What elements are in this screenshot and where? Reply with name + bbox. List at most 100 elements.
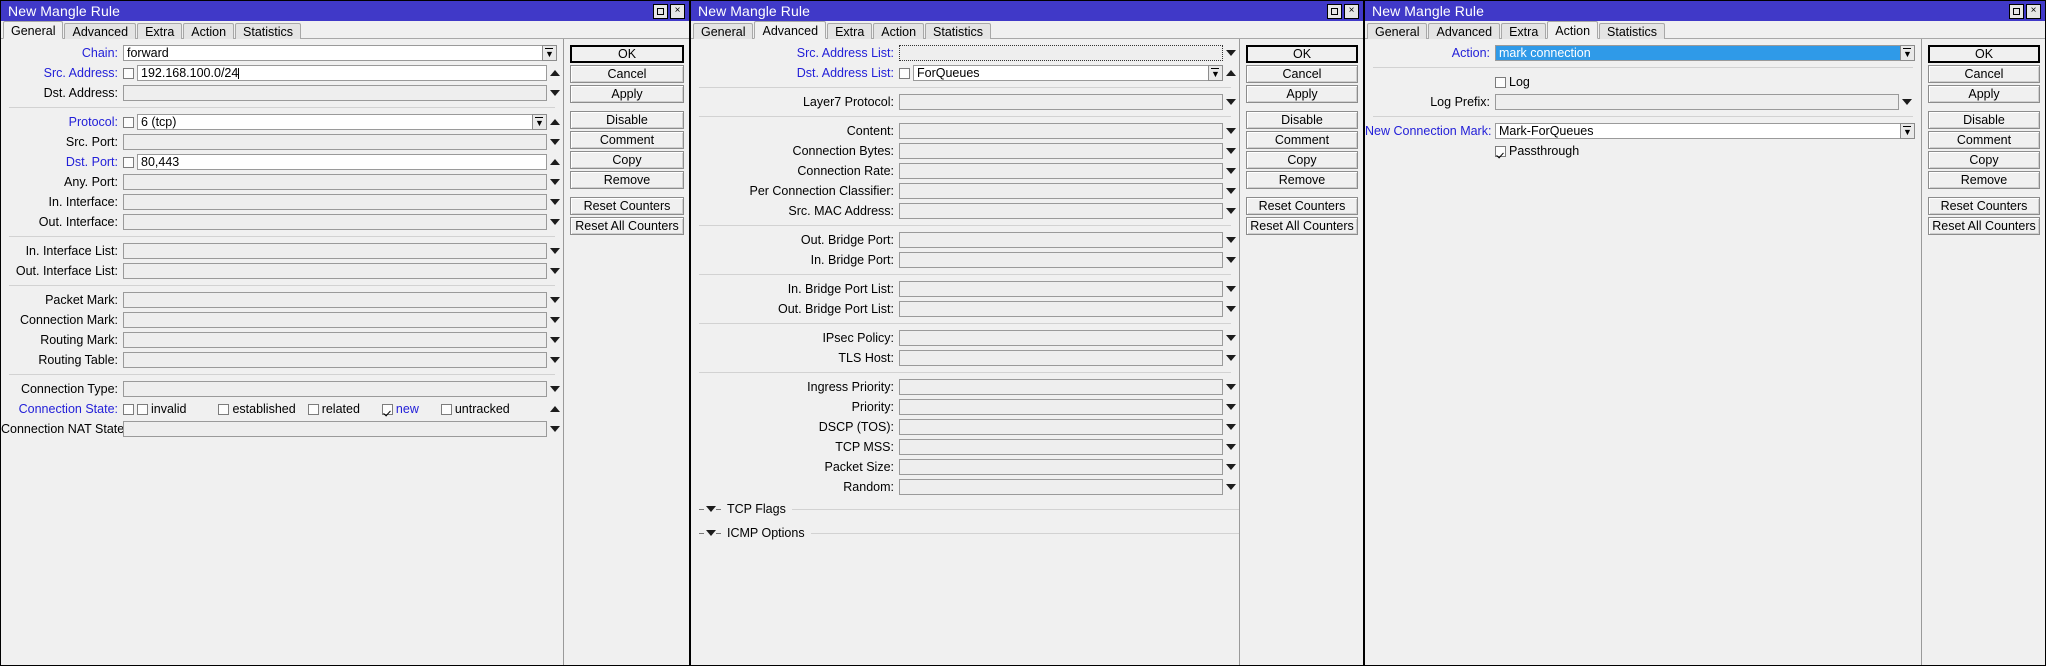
tab-extra[interactable]: Extra <box>1501 23 1547 39</box>
tab-general[interactable]: General <box>693 23 754 39</box>
ingress-priority-dropdown-icon[interactable] <box>1223 384 1239 390</box>
copy-button[interactable]: Copy <box>1928 151 2040 169</box>
comment-button[interactable]: Comment <box>1928 131 2040 149</box>
titlebar-window1[interactable]: New Mangle Rule × <box>1 1 689 21</box>
cancel-button[interactable]: Cancel <box>1246 65 1358 83</box>
routing-mark-dropdown-icon[interactable] <box>547 337 563 343</box>
input-connection-mark[interactable] <box>123 312 547 328</box>
tab-general[interactable]: General <box>1367 23 1428 39</box>
dscp-tos-dropdown-icon[interactable] <box>1223 424 1239 430</box>
ipsec-policy-dropdown-icon[interactable] <box>1223 335 1239 341</box>
checkbox-log[interactable] <box>1495 76 1506 88</box>
checkbox-dst-address-list-negate[interactable] <box>899 67 910 79</box>
tls-host-dropdown-icon[interactable] <box>1223 355 1239 361</box>
dst-address-dropdown-icon[interactable] <box>547 90 563 96</box>
titlebar-window2[interactable]: New Mangle Rule × <box>691 1 1363 21</box>
input-in-interface-list[interactable] <box>123 243 547 259</box>
tabstrip-window1[interactable]: General Advanced Extra Action Statistics <box>1 21 689 39</box>
input-tcp-mss[interactable] <box>899 439 1223 455</box>
connection-mark-dropdown-icon[interactable] <box>547 317 563 323</box>
input-src-address-list[interactable] <box>899 45 1223 61</box>
out-interface-list-dropdown-icon[interactable] <box>547 268 563 274</box>
disable-button[interactable]: Disable <box>1246 111 1358 129</box>
apply-button[interactable]: Apply <box>1246 85 1358 103</box>
tab-action[interactable]: Action <box>1547 21 1599 39</box>
section-icmp-options[interactable]: ICMP Options <box>691 525 1239 541</box>
per-connection-classifier-dropdown-icon[interactable] <box>1223 188 1239 194</box>
apply-button[interactable]: Apply <box>570 85 684 103</box>
in-bridge-port-list-dropdown-icon[interactable] <box>1223 286 1239 292</box>
protocol-up-arrow-icon[interactable] <box>547 119 563 125</box>
input-priority[interactable] <box>899 399 1223 415</box>
tab-statistics[interactable]: Statistics <box>1599 23 1666 39</box>
comment-button[interactable]: Comment <box>570 131 684 149</box>
connection-state-up-arrow-icon[interactable] <box>547 406 563 412</box>
reset-all-counters-button[interactable]: Reset All Counters <box>570 217 684 235</box>
tab-action[interactable]: Action <box>183 23 235 39</box>
checkbox-dst-port-negate[interactable] <box>123 156 134 168</box>
connection-bytes-dropdown-icon[interactable] <box>1223 148 1239 154</box>
routing-table-dropdown-icon[interactable] <box>547 357 563 363</box>
input-in-interface[interactable] <box>123 194 547 210</box>
reset-counters-button[interactable]: Reset Counters <box>1246 197 1358 215</box>
tcp-mss-dropdown-icon[interactable] <box>1223 444 1239 450</box>
checkbox-related[interactable] <box>307 403 319 415</box>
chevron-down-icon[interactable] <box>706 530 716 536</box>
input-out-interface-list[interactable] <box>123 263 547 279</box>
input-connection-rate[interactable] <box>899 163 1223 179</box>
checkbox-established[interactable] <box>218 403 230 415</box>
input-new-connection-mark[interactable]: Mark-ForQueues <box>1495 123 1901 139</box>
close-icon[interactable]: × <box>670 3 685 19</box>
close-icon[interactable]: × <box>2026 3 2041 19</box>
src-mac-address-dropdown-icon[interactable] <box>1223 208 1239 214</box>
input-src-address[interactable]: 192.168.100.0/24 <box>137 65 547 81</box>
cancel-button[interactable]: Cancel <box>570 65 684 83</box>
chevron-down-icon[interactable] <box>706 506 716 512</box>
maximize-icon[interactable] <box>2009 3 2024 19</box>
checkbox-protocol-negate[interactable] <box>123 116 134 128</box>
packet-mark-dropdown-icon[interactable] <box>547 297 563 303</box>
input-in-bridge-port[interactable] <box>899 252 1223 268</box>
remove-button[interactable]: Remove <box>1246 171 1358 189</box>
checkbox-connection-state-negate[interactable] <box>123 403 134 415</box>
dst-address-list-dropdown-icon[interactable]: ▼ <box>1208 65 1223 81</box>
window-new-mangle-rule-general[interactable]: New Mangle Rule × General Advanced Extra… <box>0 0 690 666</box>
input-out-interface[interactable] <box>123 214 547 230</box>
out-interface-dropdown-icon[interactable] <box>547 219 563 225</box>
input-out-bridge-port[interactable] <box>899 232 1223 248</box>
reset-counters-button[interactable]: Reset Counters <box>1928 197 2040 215</box>
log-prefix-dropdown-icon[interactable] <box>1899 99 1915 105</box>
tab-extra[interactable]: Extra <box>827 23 873 39</box>
cancel-button[interactable]: Cancel <box>1928 65 2040 83</box>
tab-advanced[interactable]: Advanced <box>1428 23 1501 39</box>
window-new-mangle-rule-action[interactable]: New Mangle Rule × General Advanced Extra… <box>1364 0 2046 666</box>
tab-advanced[interactable]: Advanced <box>754 21 827 39</box>
action-dropdown-icon[interactable]: ▼ <box>1900 45 1915 61</box>
tab-action[interactable]: Action <box>873 23 925 39</box>
input-any-port[interactable] <box>123 174 547 190</box>
content-dropdown-icon[interactable] <box>1223 128 1239 134</box>
src-address-list-dropdown-icon[interactable] <box>1223 50 1239 56</box>
in-interface-dropdown-icon[interactable] <box>547 199 563 205</box>
input-ipsec-policy[interactable] <box>899 330 1223 346</box>
option-new[interactable]: new <box>381 402 419 416</box>
tabstrip-window2[interactable]: General Advanced Extra Action Statistics <box>691 21 1363 39</box>
input-ingress-priority[interactable] <box>899 379 1223 395</box>
dst-port-up-arrow-icon[interactable] <box>547 159 563 165</box>
titlebar-window3[interactable]: New Mangle Rule × <box>1365 1 2045 21</box>
input-log-prefix[interactable] <box>1495 94 1899 110</box>
input-chain[interactable]: forward <box>123 45 543 61</box>
checkbox-untracked[interactable] <box>440 403 452 415</box>
input-src-port[interactable] <box>123 134 547 150</box>
any-port-dropdown-icon[interactable] <box>547 179 563 185</box>
layer7-protocol-dropdown-icon[interactable] <box>1223 99 1239 105</box>
src-port-dropdown-icon[interactable] <box>547 139 563 145</box>
src-address-up-arrow-icon[interactable] <box>547 70 563 76</box>
random-dropdown-icon[interactable] <box>1223 484 1239 490</box>
remove-button[interactable]: Remove <box>570 171 684 189</box>
input-src-mac-address[interactable] <box>899 203 1223 219</box>
copy-button[interactable]: Copy <box>570 151 684 169</box>
input-packet-size[interactable] <box>899 459 1223 475</box>
input-connection-nat-state[interactable] <box>123 421 547 437</box>
tab-statistics[interactable]: Statistics <box>925 23 992 39</box>
